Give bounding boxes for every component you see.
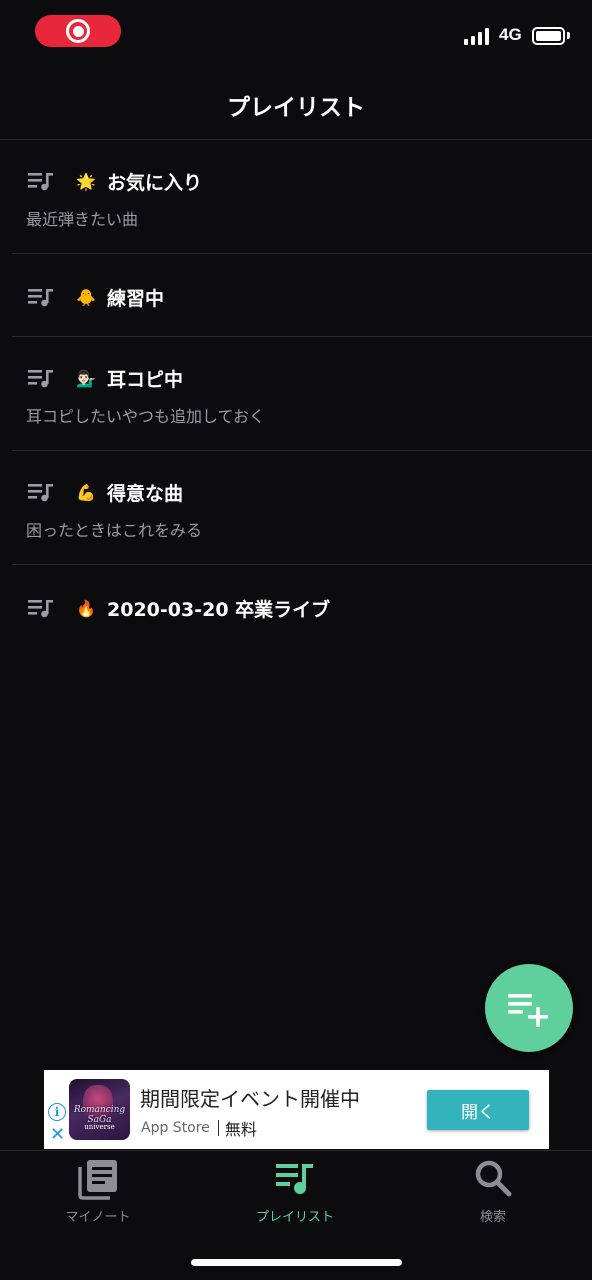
tab-my-notes[interactable]: マイノート bbox=[18, 1158, 178, 1228]
tab-bar-divider bbox=[0, 1150, 592, 1151]
ad-thumbnail-logo: Romancing SaGa bbox=[73, 1105, 126, 1125]
playlist-subtitle: 最近弾きたい曲 bbox=[26, 210, 139, 229]
tab-label: 検索 bbox=[479, 1210, 506, 1225]
playlist-icon bbox=[28, 370, 53, 388]
star-icon: 🌟 bbox=[76, 171, 96, 191]
playlist-item[interactable]: 🐥 練習中 bbox=[12, 254, 592, 337]
ad-separator bbox=[217, 1120, 219, 1136]
playlist-icon bbox=[28, 600, 53, 618]
ad-store-label: App Store bbox=[141, 1120, 210, 1136]
status-bar: 4G bbox=[0, 0, 592, 66]
search-icon bbox=[475, 1160, 512, 1197]
playlist-add-icon bbox=[508, 994, 548, 1027]
ad-app-thumbnail: Romancing SaGa universe bbox=[69, 1079, 130, 1140]
tab-label: プレイリスト bbox=[255, 1210, 334, 1225]
playlist-title: お気に入り bbox=[107, 172, 203, 194]
playlist-list: 🌟 お気に入り 最近弾きたい曲 🐥 練習中 💁🏻‍♂️ 耳コピ中 耳コピしたいや… bbox=[0, 140, 592, 648]
ad-banner[interactable]: i ✕ Romancing SaGa universe 期間限定イベント開催中 … bbox=[44, 1070, 549, 1149]
playlist-item[interactable]: 🌟 お気に入り 最近弾きたい曲 bbox=[12, 140, 592, 254]
home-indicator bbox=[191, 1259, 402, 1266]
ad-price-label: 無料 bbox=[224, 1120, 257, 1139]
ad-close-icon[interactable]: ✕ bbox=[50, 1126, 65, 1144]
tab-playlist[interactable]: プレイリスト bbox=[215, 1158, 375, 1228]
ad-info-icon[interactable]: i bbox=[48, 1103, 66, 1121]
signal-strength-icon bbox=[464, 27, 489, 45]
page-title: プレイリスト bbox=[227, 95, 365, 121]
playlist-icon bbox=[28, 484, 53, 502]
playlist-icon bbox=[28, 289, 53, 307]
battery-icon bbox=[532, 27, 565, 45]
record-icon bbox=[66, 19, 90, 43]
chick-icon: 🐥 bbox=[76, 287, 96, 307]
playlist-title: 得意な曲 bbox=[107, 483, 184, 505]
ad-thumbnail-logo-sub: universe bbox=[84, 1123, 115, 1131]
person-tipping-hand-icon: 💁🏻‍♂️ bbox=[76, 368, 96, 388]
screen-recording-indicator[interactable] bbox=[35, 15, 121, 47]
ad-open-button[interactable]: 開く bbox=[427, 1090, 529, 1130]
playlist-title: 練習中 bbox=[107, 288, 165, 310]
playlist-item[interactable]: 💪 得意な曲 困ったときはこれをみる bbox=[12, 451, 592, 565]
playlist-title: 2020-03-20 卒業ライブ bbox=[107, 599, 331, 621]
battery-cap bbox=[567, 32, 570, 39]
fire-icon: 🔥 bbox=[76, 598, 96, 618]
add-playlist-button[interactable] bbox=[485, 964, 573, 1052]
playlist-title: 耳コピ中 bbox=[107, 369, 184, 391]
flexed-biceps-icon: 💪 bbox=[76, 482, 96, 502]
tab-label: マイノート bbox=[65, 1210, 131, 1225]
playlist-icon bbox=[28, 173, 53, 191]
playlist-item[interactable]: 🔥 2020-03-20 卒業ライブ bbox=[12, 565, 592, 648]
playlist-item[interactable]: 💁🏻‍♂️ 耳コピ中 耳コピしたいやつも追加しておく bbox=[12, 337, 592, 451]
ad-title: 期間限定イベント開催中 bbox=[140, 1087, 360, 1111]
playlist-icon bbox=[276, 1164, 313, 1194]
notes-icon bbox=[78, 1160, 117, 1200]
network-type-label: 4G bbox=[499, 25, 522, 44]
tab-search[interactable]: 検索 bbox=[413, 1158, 573, 1228]
playlist-subtitle: 耳コピしたいやつも追加しておく bbox=[26, 407, 266, 426]
ad-meta: App Store 無料 bbox=[141, 1116, 257, 1140]
playlist-subtitle: 困ったときはこれをみる bbox=[26, 521, 203, 540]
